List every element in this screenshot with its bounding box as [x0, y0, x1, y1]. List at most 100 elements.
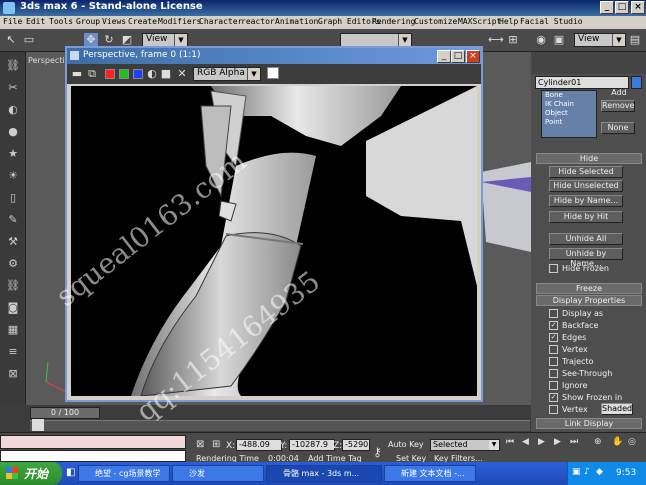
move-icon[interactable]: ✥ [84, 33, 98, 47]
edges-checkbox[interactable]: ✓ Edges [549, 333, 586, 342]
start-button[interactable]: 开始 [0, 462, 62, 485]
menu-group[interactable]: Group [76, 17, 100, 26]
lock-icon[interactable]: ⊠ [5, 366, 21, 382]
blue-channel-button[interactable] [133, 69, 143, 79]
save-icon[interactable]: ▬ [70, 67, 84, 81]
maxscript-listener[interactable] [0, 435, 186, 449]
y-coordinate-field[interactable]: -10287.9 [289, 439, 335, 451]
auto-key-button[interactable]: Auto Key [388, 440, 424, 449]
ime-icon[interactable]: ◆ [596, 467, 603, 477]
vertex-checkbox[interactable]: Vertex [549, 345, 588, 354]
mirror-icon[interactable]: ⟷ [488, 33, 504, 47]
list-item[interactable]: IK Chain Object [545, 100, 596, 118]
object-type-list[interactable]: Bone IK Chain Object Point [541, 90, 597, 138]
menu-customize[interactable]: Customize [414, 17, 457, 26]
render-minimize-button[interactable]: _ [437, 50, 451, 63]
next-frame-icon[interactable]: ▶ [554, 437, 561, 447]
menu-create[interactable]: Create [128, 17, 157, 26]
menu-animation[interactable]: Animation [275, 17, 318, 26]
pan-icon[interactable]: ✋ [612, 437, 623, 447]
clone-icon[interactable]: ⧉ [85, 67, 99, 81]
menu-facial-studio[interactable]: Facial Studio [520, 17, 583, 26]
x-coordinate-field[interactable]: -488.09 [236, 439, 282, 451]
menu-rendering[interactable]: Rendering [372, 17, 415, 26]
menu-maxscript[interactable]: MAXScript [458, 17, 501, 26]
volume-icon[interactable]: ♪ [584, 467, 590, 477]
minimize-button[interactable]: _ [600, 1, 614, 14]
selection-set-dropdown[interactable]: ▼ [340, 33, 412, 47]
display-as-checkbox[interactable]: Display as [549, 309, 603, 318]
render-scene-icon[interactable]: ▣ [552, 33, 566, 47]
hide-unselected-button[interactable]: Hide Unselected [549, 180, 623, 192]
maximize-button[interactable]: □ [615, 1, 629, 14]
open-mini-curve-editor-icon[interactable] [32, 419, 44, 431]
unlink-icon[interactable]: ✂ [5, 80, 21, 96]
trajectory-checkbox[interactable]: Trajecto [549, 357, 593, 366]
freeze-rollout[interactable]: Freeze [536, 283, 642, 294]
color-swatch[interactable] [267, 67, 279, 79]
monochrome-icon[interactable]: ■ [159, 67, 173, 81]
menu-reactor[interactable]: reactor [241, 17, 275, 26]
none-button[interactable]: None [601, 122, 635, 134]
quick-render-icon[interactable]: ▤ [628, 33, 642, 47]
rotate-icon[interactable]: ↻ [102, 33, 116, 47]
material-editor-icon[interactable]: ◉ [534, 33, 548, 47]
pencil-icon[interactable]: ✎ [5, 212, 21, 228]
show-frozen-checkbox[interactable]: ✓ Show Frozen in [549, 393, 622, 402]
zoom-icon[interactable]: ⊕ [594, 437, 602, 447]
close-button[interactable]: × [631, 1, 645, 14]
add-button[interactable]: Add [603, 88, 635, 100]
menu-tools[interactable]: Tools [49, 17, 73, 26]
hide-rollout[interactable]: Hide [536, 153, 642, 164]
unhide-all-button[interactable]: Unhide All [549, 233, 623, 245]
previous-frame-icon[interactable]: ◀ [522, 437, 529, 447]
track-bar[interactable] [30, 420, 530, 431]
list-item[interactable]: Bone [545, 91, 596, 100]
goto-start-icon[interactable]: ⏮ [506, 437, 514, 447]
taskbar-item[interactable]: 沙发 [172, 465, 264, 482]
gear-icon[interactable]: ⚙ [5, 256, 21, 272]
stack-icon[interactable]: ≡ [5, 344, 21, 360]
list-item[interactable]: Point [545, 118, 596, 127]
select-region-icon[interactable]: ▭ [22, 33, 36, 47]
clear-icon[interactable]: ✕ [175, 67, 189, 81]
network-icon[interactable]: ▣ [572, 467, 581, 477]
cylinder-icon[interactable]: ▯ [5, 190, 21, 206]
align-icon[interactable]: ⊞ [506, 33, 520, 47]
see-through-checkbox[interactable]: See-Through [549, 369, 612, 378]
camera-icon[interactable]: ◙ [5, 300, 21, 316]
ignore-checkbox[interactable]: Ignore [549, 381, 587, 390]
alpha-channel-icon[interactable]: ◐ [145, 67, 159, 81]
remove-button[interactable]: Remove [601, 100, 635, 112]
link-icon[interactable]: ⛓ [5, 58, 21, 74]
z-coordinate-field[interactable]: -5290. [342, 439, 371, 451]
display-properties-rollout[interactable]: Display Properties [536, 295, 642, 306]
quick-launch-icon[interactable]: ◧ [66, 467, 75, 478]
backface-checkbox[interactable]: ✓ Backface [549, 321, 598, 330]
menu-file[interactable]: File [3, 17, 22, 26]
taskbar-item[interactable]: 新建 文本文档 -... [384, 465, 476, 482]
menu-views[interactable]: Views [102, 17, 126, 26]
wrench-icon[interactable]: ⚒ [5, 234, 21, 250]
reference-coord-dropdown[interactable]: View ▼ [142, 33, 188, 47]
render-close-button[interactable]: × [466, 50, 480, 63]
unhide-by-name-button[interactable]: Unhide by Name... [549, 248, 623, 268]
select-arrow-icon[interactable]: ↖ [4, 33, 18, 47]
red-channel-button[interactable] [105, 69, 115, 79]
green-channel-button[interactable] [119, 69, 129, 79]
orbit-icon[interactable]: ◎ [628, 437, 636, 447]
taskbar-item[interactable]: 骨骼 max - 3ds m... [266, 465, 382, 482]
shaded-button[interactable]: Shaded [601, 403, 633, 415]
goto-end-icon[interactable]: ⏭ [570, 437, 578, 447]
scale-icon[interactable]: ◩ [120, 33, 134, 47]
channel-dropdown[interactable]: RGB Alpha ▼ [193, 67, 261, 81]
hide-by-hit-button[interactable]: Hide by Hit [549, 211, 623, 223]
menu-character[interactable]: Character [199, 17, 242, 26]
hide-frozen-checkbox[interactable]: Hide Frozen [549, 264, 609, 273]
taskbar-item[interactable]: 绝望 - cg场景教学 [78, 465, 170, 482]
grid-icon[interactable]: ▦ [5, 322, 21, 338]
menu-help[interactable]: Help [499, 17, 518, 26]
star-icon[interactable]: ★ [5, 146, 21, 162]
link-display-rollout[interactable]: Link Display [536, 418, 642, 429]
hide-selected-button[interactable]: Hide Selected [549, 166, 623, 178]
